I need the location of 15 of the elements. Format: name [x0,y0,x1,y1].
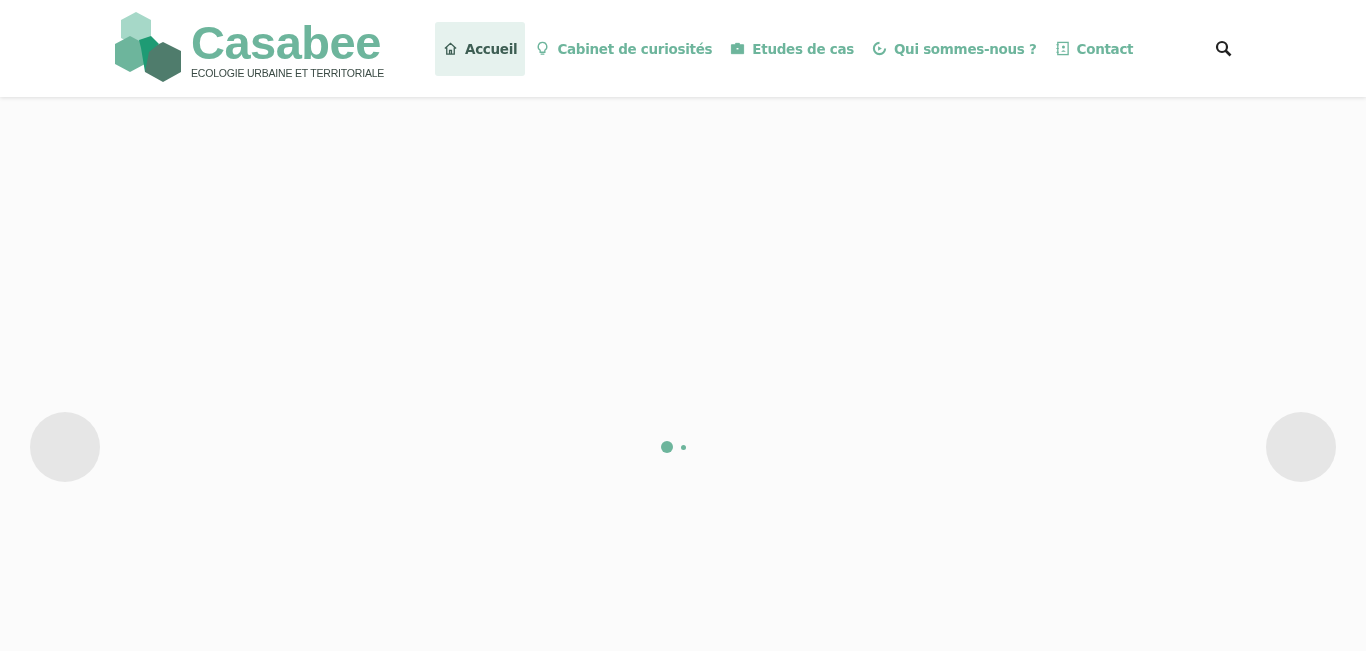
slide-dot[interactable] [680,444,686,450]
search-icon [1215,39,1234,58]
nav-link[interactable]: Cabinet de curiosités [527,21,721,76]
nav-link[interactable]: Etudes de cas [722,21,862,76]
contact-icon [1054,41,1070,56]
home-icon [443,41,458,56]
logo-name: Casabee [191,18,382,67]
briefcase-icon [730,41,746,56]
nav-link[interactable]: Accueil [435,21,526,76]
nav-link[interactable]: Contact [1046,21,1142,76]
slide-dot[interactable] [660,441,673,453]
nav-link[interactable]: Qui sommes-nous ? [863,21,1045,76]
search-button[interactable] [1215,39,1234,58]
cycle-icon [871,41,887,56]
logo-tagline: ECOLOGIE URBAINE ET TERRITORIALE [191,66,385,79]
